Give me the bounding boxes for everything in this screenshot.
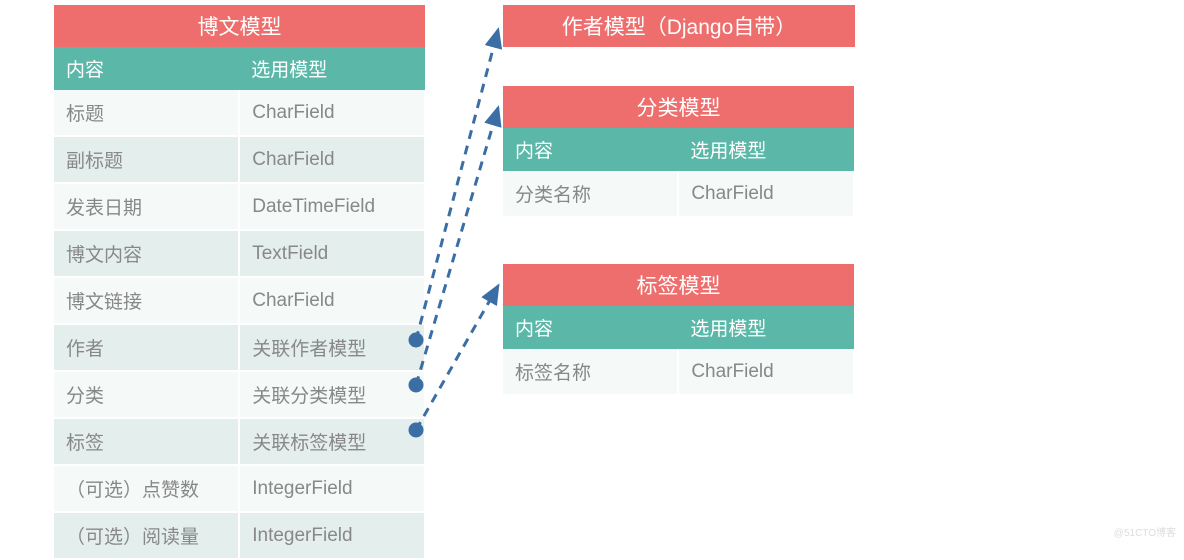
col-header-field: 选用模型 [678, 306, 854, 349]
col-header-content: 内容 [54, 47, 239, 90]
category-model-table: 分类模型 内容 选用模型 分类名称CharField [503, 86, 855, 218]
category-model-title: 分类模型 [503, 86, 854, 128]
author-model-title: 作者模型（Django自带） [503, 5, 855, 47]
table-row: 发表日期DateTimeField [54, 183, 425, 230]
blog-post-model-table: 博文模型 内容 选用模型 标题CharField 副标题CharField 发表… [54, 5, 426, 560]
watermark: @51CTO博客 [1114, 524, 1176, 539]
table-row: 分类名称CharField [503, 171, 854, 217]
col-header-content: 内容 [503, 128, 678, 171]
table-row: 副标题CharField [54, 136, 425, 183]
table-row: 博文内容TextField [54, 230, 425, 277]
table-row: 标题CharField [54, 90, 425, 136]
table-row: （可选）点赞数IntegerField [54, 465, 425, 512]
relation-arrow-tag [416, 286, 498, 430]
author-model-table: 作者模型（Django自带） [503, 5, 855, 47]
col-header-field: 选用模型 [239, 47, 425, 90]
table-row: 标签关联标签模型 [54, 418, 425, 465]
relation-arrow-category [416, 108, 498, 385]
relation-arrow-author [416, 30, 498, 340]
table-row: （可选）阅读量IntegerField [54, 512, 425, 559]
col-header-field: 选用模型 [678, 128, 854, 171]
table-row: 分类关联分类模型 [54, 371, 425, 418]
tag-model-table: 标签模型 内容 选用模型 标签名称CharField [503, 264, 855, 396]
table-row: 作者关联作者模型 [54, 324, 425, 371]
table-row: 博文链接CharField [54, 277, 425, 324]
table-row: 标签名称CharField [503, 349, 854, 395]
blog-post-model-title: 博文模型 [54, 5, 425, 47]
col-header-content: 内容 [503, 306, 678, 349]
tag-model-title: 标签模型 [503, 264, 854, 306]
